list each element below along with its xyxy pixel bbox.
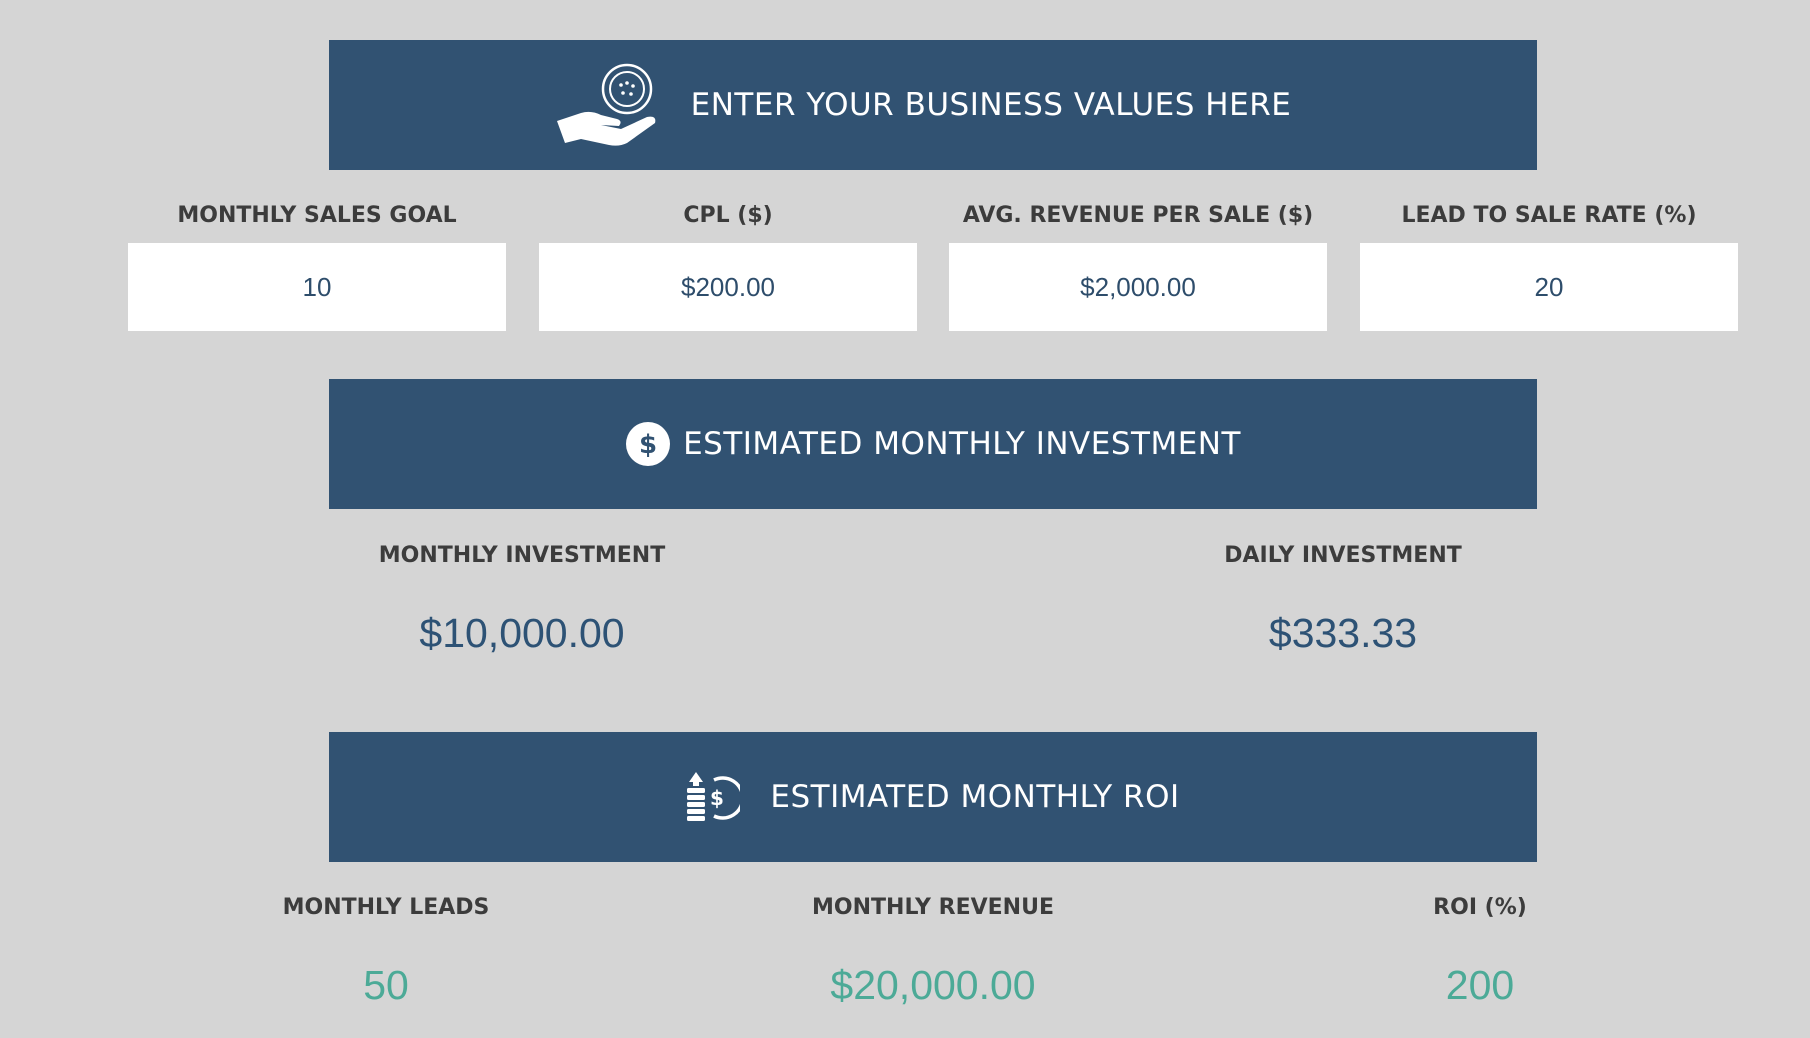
monthly-leads-label: MONTHLY LEADS bbox=[282, 895, 490, 920]
cpl-label: CPL ($) bbox=[683, 203, 773, 228]
svg-text:$: $ bbox=[639, 430, 657, 460]
monthly-investment-label: MONTHLY INVESTMENT bbox=[378, 543, 666, 568]
lead-to-sale-rate-label: LEAD TO SALE RATE (%) bbox=[1401, 203, 1697, 228]
monthly-leads-value: 50 bbox=[363, 962, 409, 1008]
hand-coin-icon bbox=[555, 63, 661, 147]
roi-percent-label: ROI (%) bbox=[1433, 895, 1527, 920]
business-values-title: ENTER YOUR BUSINESS VALUES HERE bbox=[690, 87, 1292, 123]
monthly-revenue-value: $20,000.00 bbox=[830, 962, 1036, 1008]
roi-percent-value: 200 bbox=[1445, 962, 1515, 1008]
monthly-sales-goal-label: MONTHLY SALES GOAL bbox=[177, 203, 457, 228]
avg-revenue-label: AVG. REVENUE PER SALE ($) bbox=[962, 203, 1314, 228]
daily-investment-label: DAILY INVESTMENT bbox=[1224, 543, 1462, 568]
roi-banner: $ ESTIMATED MONTHLY ROI bbox=[329, 732, 1537, 862]
investment-banner: $ ESTIMATED MONTHLY INVESTMENT bbox=[329, 379, 1537, 509]
monthly-sales-goal-input[interactable] bbox=[128, 243, 506, 331]
investment-title: ESTIMATED MONTHLY INVESTMENT bbox=[683, 426, 1241, 462]
cpl-input[interactable] bbox=[539, 243, 917, 331]
dollar-circle-icon: $ bbox=[625, 421, 671, 467]
business-values-banner: ENTER YOUR BUSINESS VALUES HERE bbox=[329, 40, 1537, 170]
monthly-investment-value: $10,000.00 bbox=[419, 610, 625, 656]
coin-stack-return-icon: $ bbox=[686, 770, 741, 824]
monthly-revenue-label: MONTHLY REVENUE bbox=[812, 895, 1054, 920]
lead-to-sale-rate-input[interactable] bbox=[1360, 243, 1738, 331]
roi-title: ESTIMATED MONTHLY ROI bbox=[770, 779, 1180, 815]
daily-investment-value: $333.33 bbox=[1268, 610, 1418, 656]
avg-revenue-input[interactable] bbox=[949, 243, 1327, 331]
svg-text:$: $ bbox=[710, 786, 724, 810]
